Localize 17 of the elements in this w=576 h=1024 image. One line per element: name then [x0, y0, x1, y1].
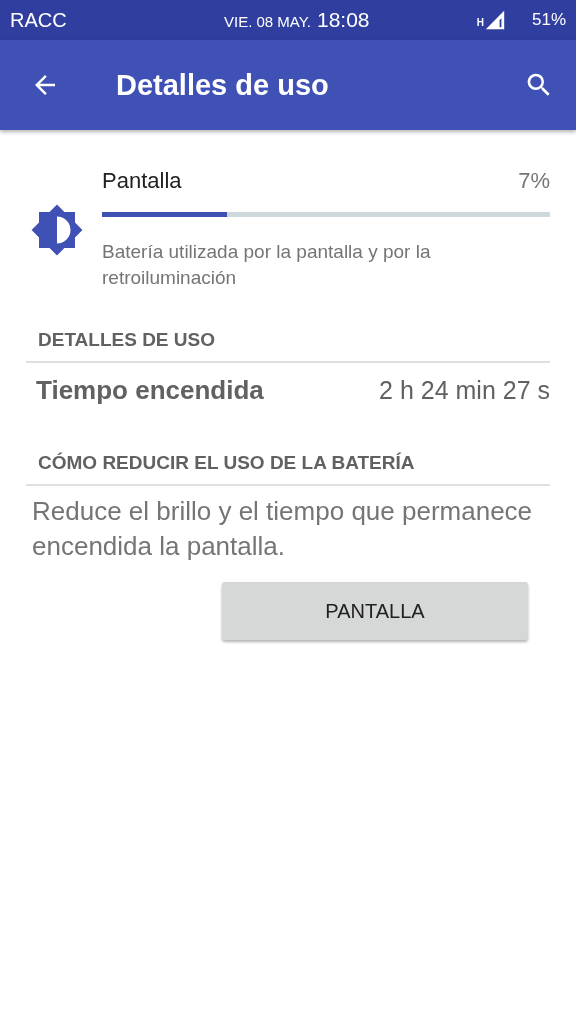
network-type: H — [476, 17, 484, 28]
usage-name: Pantalla — [102, 168, 182, 194]
signal-icon — [483, 9, 506, 31]
brightness-icon — [30, 202, 84, 257]
usage-description: Batería utilizada por la pantalla y por la retroiluminación — [102, 240, 432, 290]
carrier-name: RACC — [10, 8, 68, 32]
battery-level: 51% — [531, 10, 566, 30]
screen-settings-button[interactable]: PANTALLA — [222, 582, 528, 640]
section-header: DETALLES DE USO — [37, 328, 216, 352]
screen-title: Detalles de uso — [116, 68, 330, 102]
detail-label: Tiempo encendida — [36, 375, 264, 406]
usage-percent: 7% — [518, 168, 550, 194]
status-date: VIE. 08 MAY. — [224, 13, 311, 30]
detail-value: 2 h 24 min 27 s — [379, 376, 550, 405]
tip-text: Reduce el brillo y el tiempo que permanece encendida la pantalla. — [32, 495, 534, 563]
section-header: CÓMO REDUCIR EL USO DE LA BATERÍA — [37, 451, 416, 475]
status-time: 18:08 — [317, 8, 370, 32]
